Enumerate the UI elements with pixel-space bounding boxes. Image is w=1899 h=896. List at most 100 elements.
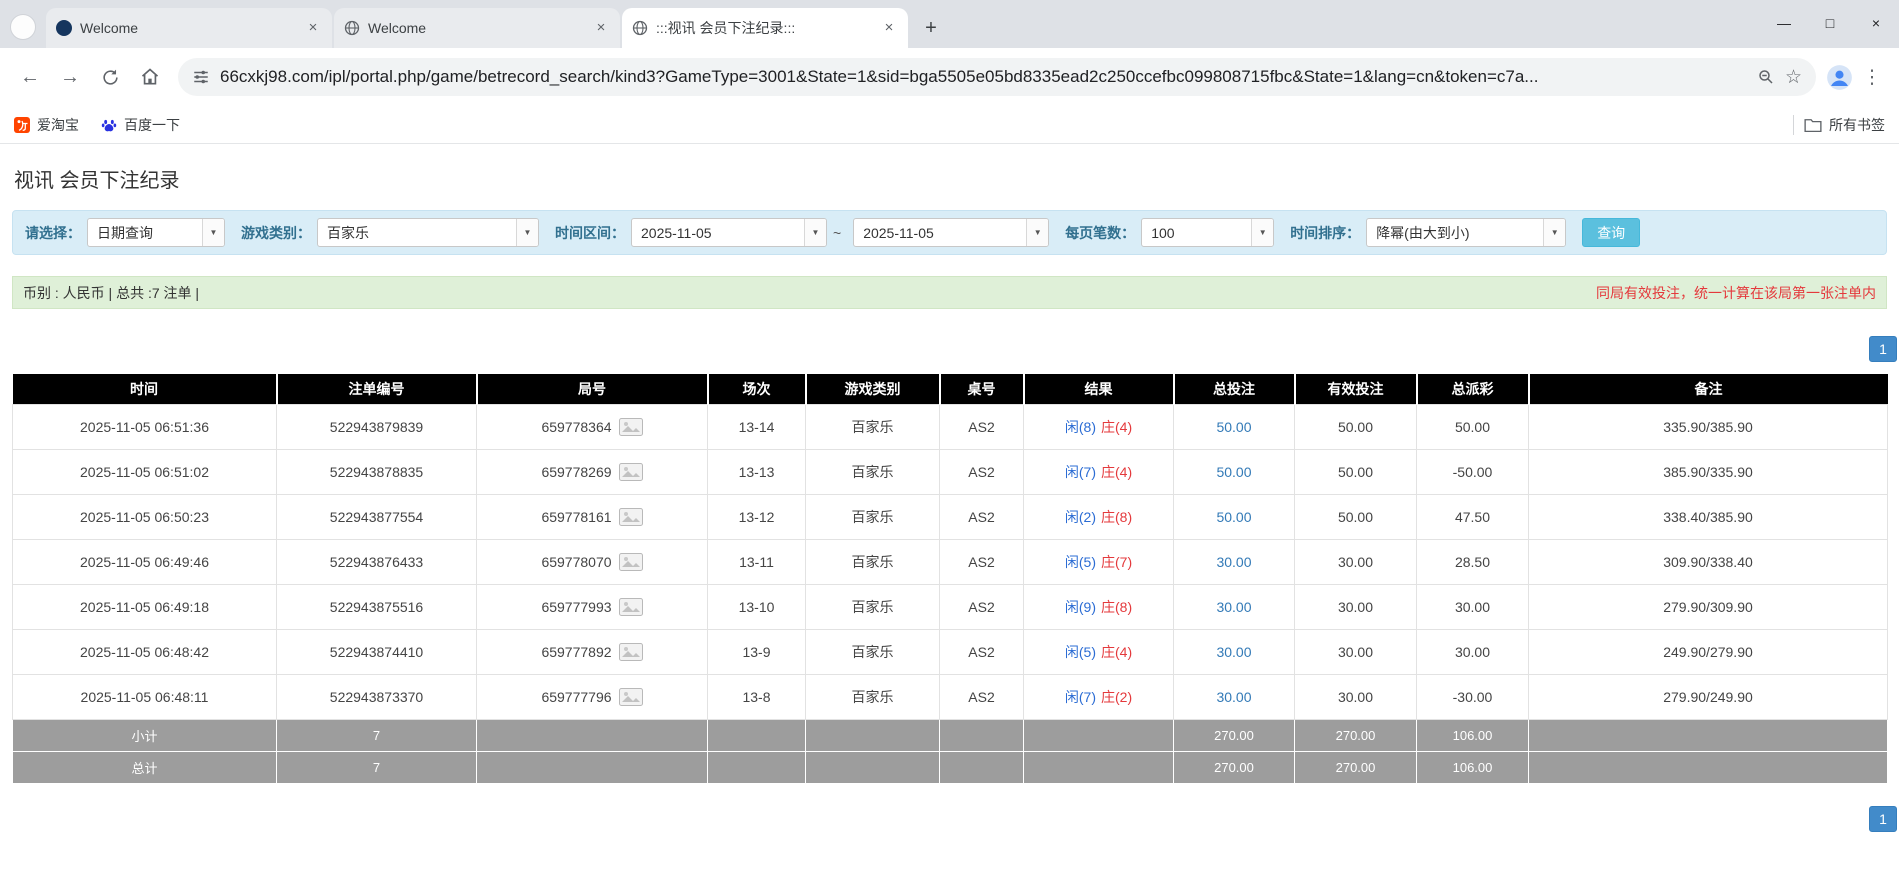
total-count: 7 bbox=[277, 751, 477, 783]
round-number: 659778161 bbox=[541, 509, 611, 525]
window-maximize-button[interactable]: □ bbox=[1807, 0, 1853, 46]
pagination-page-1-bottom[interactable]: 1 bbox=[1869, 806, 1897, 832]
reload-icon[interactable] bbox=[92, 59, 128, 95]
tab-welcome-1[interactable]: Welcome × bbox=[46, 8, 332, 48]
zoom-icon[interactable] bbox=[1757, 68, 1775, 86]
tab-welcome-2[interactable]: Welcome × bbox=[334, 8, 620, 48]
page-title: 视讯 会员下注纪录 bbox=[12, 144, 1887, 210]
url-text[interactable]: 66cxkj98.com/ipl/portal.php/game/betreco… bbox=[220, 67, 1747, 87]
date-to-value: 2025-11-05 bbox=[854, 225, 1026, 241]
site-settings-icon[interactable] bbox=[192, 68, 210, 86]
page-content: 视讯 会员下注纪录 请选择： 日期查询 ▼ 游戏类别： 百家乐 ▼ 时间区间： … bbox=[0, 144, 1899, 832]
game-result-image-icon[interactable] bbox=[619, 508, 643, 526]
total-bet-link[interactable]: 30.00 bbox=[1216, 689, 1251, 705]
back-icon[interactable]: ← bbox=[12, 59, 48, 95]
total-bet-link[interactable]: 50.00 bbox=[1216, 419, 1251, 435]
round-number: 659778269 bbox=[541, 464, 611, 480]
cell-valid-bet: 30.00 bbox=[1295, 584, 1417, 629]
total-bet-link[interactable]: 30.00 bbox=[1216, 599, 1251, 615]
game-result-image-icon[interactable] bbox=[619, 553, 643, 571]
cell-table-no: AS2 bbox=[940, 449, 1024, 494]
cell-remark: 385.90/335.90 bbox=[1529, 449, 1888, 494]
cell-payout: 30.00 bbox=[1417, 584, 1529, 629]
sort-order-select[interactable]: 降幂(由大到小) ▼ bbox=[1366, 218, 1566, 247]
subtotal-total-bet: 270.00 bbox=[1174, 719, 1295, 751]
game-result-image-icon[interactable] bbox=[619, 418, 643, 436]
game-result-image-icon[interactable] bbox=[619, 598, 643, 616]
round-number: 659778070 bbox=[541, 554, 611, 570]
browser-menu-icon[interactable]: ⋮ bbox=[1857, 66, 1887, 89]
profile-icon[interactable] bbox=[1826, 64, 1853, 91]
site-favicon-icon bbox=[56, 20, 72, 36]
cell-round: 659778161 bbox=[477, 494, 708, 539]
empty-cell bbox=[1529, 751, 1888, 783]
page-size-select[interactable]: 100 ▼ bbox=[1141, 218, 1274, 247]
query-type-value: 日期查询 bbox=[88, 223, 202, 243]
home-icon[interactable] bbox=[132, 59, 168, 95]
cell-game: 百家乐 bbox=[806, 584, 940, 629]
cell-session: 13-14 bbox=[708, 404, 806, 449]
chevron-down-icon[interactable]: ▼ bbox=[1251, 219, 1273, 246]
chevron-down-icon[interactable]: ▼ bbox=[202, 219, 224, 246]
empty-cell bbox=[708, 751, 806, 783]
query-type-select[interactable]: 日期查询 ▼ bbox=[87, 218, 225, 247]
total-bet-link[interactable]: 50.00 bbox=[1216, 509, 1251, 525]
game-result-image-icon[interactable] bbox=[619, 643, 643, 661]
pagination-page-1-top[interactable]: 1 bbox=[1869, 336, 1897, 362]
date-to-select[interactable]: 2025-11-05 ▼ bbox=[853, 218, 1049, 247]
col-remark: 备注 bbox=[1529, 374, 1888, 404]
search-button[interactable]: 查询 bbox=[1582, 218, 1640, 247]
sort-order-label: 时间排序： bbox=[1290, 223, 1360, 243]
tab-bet-records-active[interactable]: :::视讯 会员下注纪录::: × bbox=[622, 8, 908, 48]
aitaobao-icon bbox=[14, 117, 30, 133]
chevron-down-icon[interactable]: ▼ bbox=[1026, 219, 1048, 246]
table-row: 2025-11-05 06:48:11 522943873370 6597777… bbox=[13, 674, 1888, 719]
cell-valid-bet: 30.00 bbox=[1295, 674, 1417, 719]
new-tab-button[interactable]: + bbox=[916, 13, 946, 43]
profile-badge-icon[interactable] bbox=[10, 14, 36, 40]
chevron-down-icon[interactable]: ▼ bbox=[1543, 219, 1565, 246]
empty-cell bbox=[477, 719, 708, 751]
bet-records-table: 时间 注单编号 局号 场次 游戏类别 桌号 结果 总投注 有效投注 总派彩 备注… bbox=[12, 374, 1888, 784]
total-bet-link[interactable]: 30.00 bbox=[1216, 644, 1251, 660]
col-bet-id: 注单编号 bbox=[277, 374, 477, 404]
bookmark-label: 爱淘宝 bbox=[37, 115, 79, 135]
bookmark-star-icon[interactable]: ☆ bbox=[1785, 66, 1802, 89]
cell-session: 13-9 bbox=[708, 629, 806, 674]
cell-total-bet: 30.00 bbox=[1174, 674, 1295, 719]
game-type-select[interactable]: 百家乐 ▼ bbox=[317, 218, 539, 247]
total-bet-link[interactable]: 50.00 bbox=[1216, 464, 1251, 480]
tab-close-icon[interactable]: × bbox=[304, 19, 322, 37]
cell-game: 百家乐 bbox=[806, 404, 940, 449]
tab-close-icon[interactable]: × bbox=[592, 19, 610, 37]
cell-valid-bet: 50.00 bbox=[1295, 494, 1417, 539]
cell-total-bet: 50.00 bbox=[1174, 449, 1295, 494]
cell-bet-id: 522943878835 bbox=[277, 449, 477, 494]
cell-valid-bet: 50.00 bbox=[1295, 404, 1417, 449]
total-total-bet: 270.00 bbox=[1174, 751, 1295, 783]
result-player: 闲(5) bbox=[1065, 554, 1096, 570]
all-bookmarks-button[interactable]: 所有书签 bbox=[1804, 115, 1885, 135]
game-result-image-icon[interactable] bbox=[619, 688, 643, 706]
col-round: 局号 bbox=[477, 374, 708, 404]
subtotal-label: 小计 bbox=[13, 719, 277, 751]
chevron-down-icon[interactable]: ▼ bbox=[516, 219, 538, 246]
window-close-button[interactable]: × bbox=[1853, 0, 1899, 46]
chevron-down-icon[interactable]: ▼ bbox=[804, 219, 826, 246]
bookmark-aitaobao[interactable]: 爱淘宝 bbox=[14, 115, 79, 135]
bookmark-baidu[interactable]: 百度一下 bbox=[101, 115, 180, 135]
cell-total-bet: 30.00 bbox=[1174, 629, 1295, 674]
total-bet-link[interactable]: 30.00 bbox=[1216, 554, 1251, 570]
filter-bar: 请选择： 日期查询 ▼ 游戏类别： 百家乐 ▼ 时间区间： 2025-11-05… bbox=[12, 210, 1887, 255]
total-payout: 106.00 bbox=[1417, 751, 1529, 783]
window-minimize-button[interactable]: — bbox=[1761, 0, 1807, 46]
address-bar[interactable]: 66cxkj98.com/ipl/portal.php/game/betreco… bbox=[178, 58, 1816, 96]
result-player: 闲(2) bbox=[1065, 509, 1096, 525]
game-type-value: 百家乐 bbox=[318, 223, 516, 243]
forward-icon[interactable]: → bbox=[52, 59, 88, 95]
game-result-image-icon[interactable] bbox=[619, 463, 643, 481]
cell-session: 13-12 bbox=[708, 494, 806, 539]
tab-close-icon[interactable]: × bbox=[880, 19, 898, 37]
date-from-select[interactable]: 2025-11-05 ▼ bbox=[631, 218, 827, 247]
result-player: 闲(9) bbox=[1065, 599, 1096, 615]
